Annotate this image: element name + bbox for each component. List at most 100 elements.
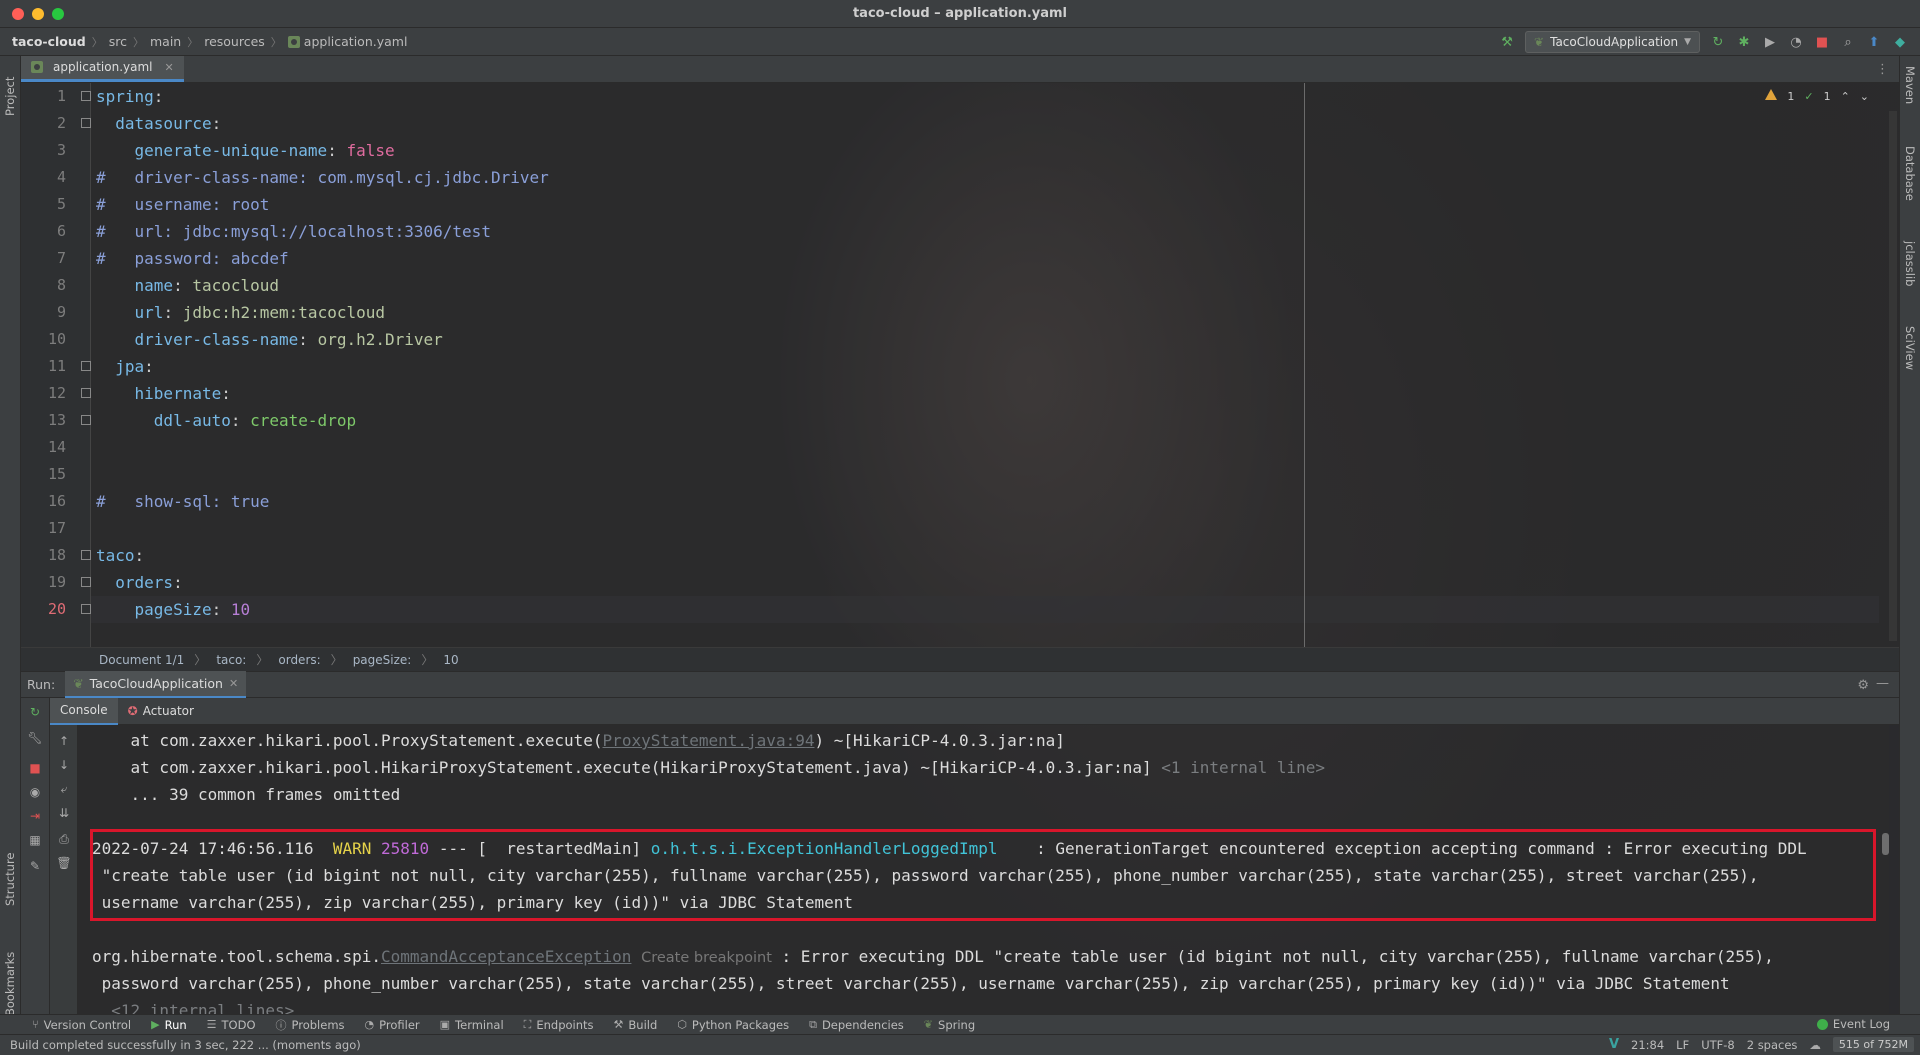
fold-marker-icon[interactable] xyxy=(81,91,91,101)
arrow-down-icon[interactable]: ↓ xyxy=(56,757,72,773)
minimize-window-button[interactable] xyxy=(32,8,44,20)
file-encoding[interactable]: UTF-8 xyxy=(1701,1038,1735,1052)
stop-icon[interactable]: ■ xyxy=(27,760,43,776)
console-output[interactable]: at com.zaxxer.hikari.pool.ProxyStatement… xyxy=(78,725,1889,1015)
line-number: 4 xyxy=(56,168,66,186)
breadcrumb-src[interactable]: src xyxy=(109,34,127,49)
structure-tool-button[interactable]: Structure xyxy=(3,853,17,907)
update-icon[interactable]: ⬆ xyxy=(1866,34,1882,50)
layout-icon[interactable]: ▦ xyxy=(27,832,43,848)
breadcrumb-resources[interactable]: resources xyxy=(204,34,265,49)
tool-python-packages[interactable]: ⬡ Python Packages xyxy=(677,1018,789,1032)
sciview-tool-button[interactable]: SciView xyxy=(1903,326,1917,370)
stack-trace-link[interactable]: ProxyStatement.java:94 xyxy=(603,731,815,750)
debug-icon[interactable]: ✱ xyxy=(1736,34,1752,50)
cloud-icon[interactable]: ☁ xyxy=(1809,1038,1821,1052)
maven-tool-button[interactable]: Maven xyxy=(1903,66,1917,104)
breadcrumb-main[interactable]: main xyxy=(150,34,181,49)
gear-icon[interactable]: ⚙ xyxy=(1857,678,1869,693)
tab-application-yaml[interactable]: application.yaml ✕ xyxy=(21,55,184,82)
stop-icon[interactable]: ■ xyxy=(1814,34,1830,50)
tab-actuator[interactable]: ✪ Actuator xyxy=(118,698,204,725)
breadcrumb-file[interactable]: application.yaml xyxy=(304,34,408,49)
maximize-window-button[interactable] xyxy=(52,8,64,20)
plugin-icon[interactable]: ◆ xyxy=(1892,34,1908,50)
close-icon[interactable]: ✕ xyxy=(229,677,238,690)
tab-console[interactable]: Console xyxy=(50,697,118,725)
breadcrumb-value[interactable]: 10 xyxy=(443,653,458,667)
scroll-to-end-icon[interactable]: ⇊ xyxy=(56,805,72,821)
editor-scrollbar[interactable] xyxy=(1889,111,1897,641)
vim-icon[interactable]: V xyxy=(1609,1037,1619,1052)
close-window-button[interactable] xyxy=(12,8,24,20)
memory-indicator[interactable]: 515 of 752M xyxy=(1832,1037,1914,1052)
camera-icon[interactable]: ◉ xyxy=(27,784,43,800)
coverage-icon[interactable]: ▶ xyxy=(1762,34,1778,50)
logger-link[interactable]: o.h.t.s.i.ExceptionHandlerLoggedImpl xyxy=(651,839,998,858)
fold-marker-icon[interactable] xyxy=(81,577,91,587)
event-log-button[interactable]: Event Log xyxy=(1816,1017,1890,1031)
yaml-key: ddl-auto xyxy=(153,411,231,430)
fold-marker-icon[interactable] xyxy=(81,550,91,560)
jclasslib-tool-button[interactable]: jclasslib xyxy=(1903,241,1917,286)
fold-marker-icon[interactable] xyxy=(81,361,91,371)
chevron-right-icon: 〉 xyxy=(270,35,282,49)
indent-setting[interactable]: 2 spaces xyxy=(1747,1038,1798,1052)
fold-marker-icon[interactable] xyxy=(81,415,91,425)
fold-marker-icon[interactable] xyxy=(81,118,91,128)
inspection-widget[interactable]: 1 ✓ 1 ⌃ ⌄ xyxy=(1765,89,1869,103)
caret-position[interactable]: 21:84 xyxy=(1631,1038,1664,1052)
rerun-icon[interactable]: ↻ xyxy=(27,704,43,720)
tool-run[interactable]: ▶ Run xyxy=(151,1018,187,1032)
internal-lines-link[interactable]: <12 internal lines> xyxy=(92,997,1879,1015)
fold-marker-icon[interactable] xyxy=(81,388,91,398)
internal-lines-link[interactable]: <1 internal line> xyxy=(1161,758,1325,777)
tool-version-control[interactable]: ⑂ Version Control xyxy=(32,1018,131,1032)
run-tab[interactable]: ❦ TacoCloudApplication ✕ xyxy=(65,671,247,698)
breadcrumb-document[interactable]: Document 1/1 xyxy=(99,653,184,667)
chevron-down-icon[interactable]: ⌄ xyxy=(1860,90,1869,103)
yaml-key: hibernate xyxy=(134,384,222,403)
build-hammer-icon[interactable]: ⚒ xyxy=(1499,34,1515,50)
project-tool-button[interactable]: Project xyxy=(3,77,17,116)
tool-spring[interactable]: ❦ Spring xyxy=(924,1018,975,1032)
breadcrumb-pagesize[interactable]: pageSize: xyxy=(353,653,412,667)
tool-problems[interactable]: ⓘ Problems xyxy=(276,1017,345,1033)
pin-icon[interactable]: ✎ xyxy=(27,858,43,874)
comment-line: # url: jdbc:mysql://localhost:3306/test xyxy=(96,222,491,241)
tool-endpoints[interactable]: ⛶ Endpoints xyxy=(524,1018,594,1032)
trash-icon[interactable]: 🗑︎ xyxy=(56,855,72,871)
exception-class-link[interactable]: CommandAcceptanceException xyxy=(381,947,631,966)
wrench-icon[interactable]: 🔧︎ xyxy=(27,730,43,746)
run-configuration-selector[interactable]: ❦ TacoCloudApplication ▼ xyxy=(1525,31,1700,53)
tool-dependencies[interactable]: ⧉ Dependencies xyxy=(809,1018,904,1032)
tool-profiler[interactable]: ◔ Profiler xyxy=(365,1018,420,1032)
line-separator[interactable]: LF xyxy=(1676,1038,1689,1052)
arrow-up-icon[interactable]: ↑ xyxy=(56,733,72,749)
print-icon[interactable]: ⎙ xyxy=(56,831,72,847)
warning-icon xyxy=(1765,89,1778,103)
soft-wrap-icon[interactable]: ⤶ xyxy=(56,781,72,797)
chevron-up-icon[interactable]: ⌃ xyxy=(1841,90,1850,103)
rerun-icon[interactable]: ↻ xyxy=(1710,34,1726,50)
minimize-icon[interactable]: — xyxy=(1876,676,1889,691)
console-scrollbar[interactable] xyxy=(1882,833,1889,855)
tool-build[interactable]: ⚒ Build xyxy=(614,1018,658,1032)
fold-marker-icon[interactable] xyxy=(81,604,91,614)
database-tool-button[interactable]: Database xyxy=(1903,146,1917,201)
breadcrumb-taco[interactable]: taco: xyxy=(216,653,246,667)
search-icon[interactable]: ⌕ xyxy=(1840,34,1856,50)
more-icon[interactable]: ⋮ xyxy=(1876,62,1889,77)
breadcrumb-orders[interactable]: orders: xyxy=(278,653,320,667)
bookmarks-tool-button[interactable]: Bookmarks xyxy=(3,952,17,1016)
exit-icon[interactable]: ⇥ xyxy=(27,808,43,824)
close-icon[interactable]: ✕ xyxy=(165,61,174,74)
tool-terminal[interactable]: ▣ Terminal xyxy=(440,1018,504,1032)
create-breakpoint-hint[interactable]: Create breakpoint xyxy=(641,950,772,966)
status-message[interactable]: Build completed successfully in 3 sec, 2… xyxy=(10,1038,361,1052)
breadcrumb-project[interactable]: taco-cloud xyxy=(12,34,86,49)
code-editor[interactable]: 1 2 3 4 5 6 7 8 9 10 11 12 13 14 15 16 1… xyxy=(21,83,1899,647)
editor-breadcrumb: Document 1/1 〉 taco: 〉 orders: 〉 pageSiz… xyxy=(21,647,1899,671)
profile-icon[interactable]: ◔ xyxy=(1788,34,1804,50)
tool-todo[interactable]: ☰ TODO xyxy=(207,1018,256,1032)
